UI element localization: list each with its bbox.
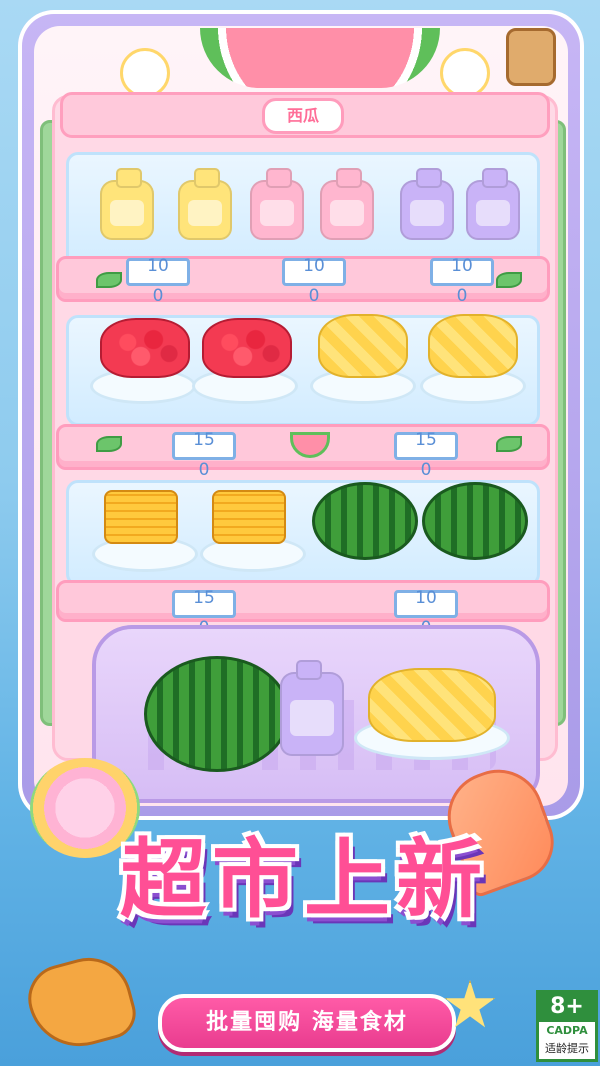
leaf-icon [496,272,522,288]
price-amount: 10 [451,256,473,276]
price-tag[interactable]: 15 0 [394,430,458,480]
price-amount: 15 [415,430,437,450]
price-amount: 10 [303,256,325,276]
price-amount: 15 [193,430,215,450]
price-tag[interactable]: 10 0 [394,588,458,638]
yellow-milk-bottle[interactable] [178,168,232,240]
age-rating-tip: 适龄提示 [545,1042,589,1055]
price-amount: 10 [147,256,169,276]
price-amount: 15 [193,588,215,608]
age-rating-org: CADPA [546,1024,588,1037]
watermelon-banner-icon [200,28,440,88]
price-tag[interactable]: 10 0 [430,256,494,306]
subtitle: 批量囤购 海量食材 [206,1010,408,1035]
flower-icon [120,48,170,98]
cherry-plate[interactable] [100,318,190,378]
price-sub: 0 [308,286,320,306]
purple-milk-bottle[interactable] [400,168,454,240]
price-sub: 0 [420,460,432,480]
flower-icon [440,48,490,98]
waffle-plate[interactable] [212,490,286,544]
basket-purple-bottle[interactable] [280,660,344,756]
basket-mango-plate[interactable] [368,668,496,742]
pink-milk-bottle[interactable] [320,168,374,240]
capybara-mascot-icon [506,28,556,86]
purple-milk-bottle[interactable] [466,168,520,240]
watermelon[interactable] [422,482,528,560]
basket-watermelon[interactable] [144,656,290,772]
leaf-icon [496,436,522,452]
price-tag[interactable]: 15 0 [172,588,236,638]
leaf-icon [96,272,122,288]
cherry-plate[interactable] [202,318,292,378]
age-rating-value: 8+ [536,992,598,1022]
price-sub: 0 [456,286,468,306]
shelf-sign: 西瓜 [262,98,344,134]
shelf-ledge-3 [56,580,550,622]
price-tag[interactable]: 10 0 [126,256,190,306]
waffle-plate[interactable] [104,490,178,544]
mango-plate[interactable] [318,314,408,378]
price-sub: 0 [152,286,164,306]
mango-plate[interactable] [428,314,518,378]
title: 超市上新 [120,830,488,930]
leaf-icon [96,436,122,452]
price-amount: 10 [415,588,437,608]
watermelon[interactable] [312,482,418,560]
yellow-milk-bottle[interactable] [100,168,154,240]
price-tag[interactable]: 10 0 [282,256,346,306]
price-sub: 0 [198,460,210,480]
price-tag[interactable]: 15 0 [172,430,236,480]
pink-milk-bottle[interactable] [250,168,304,240]
